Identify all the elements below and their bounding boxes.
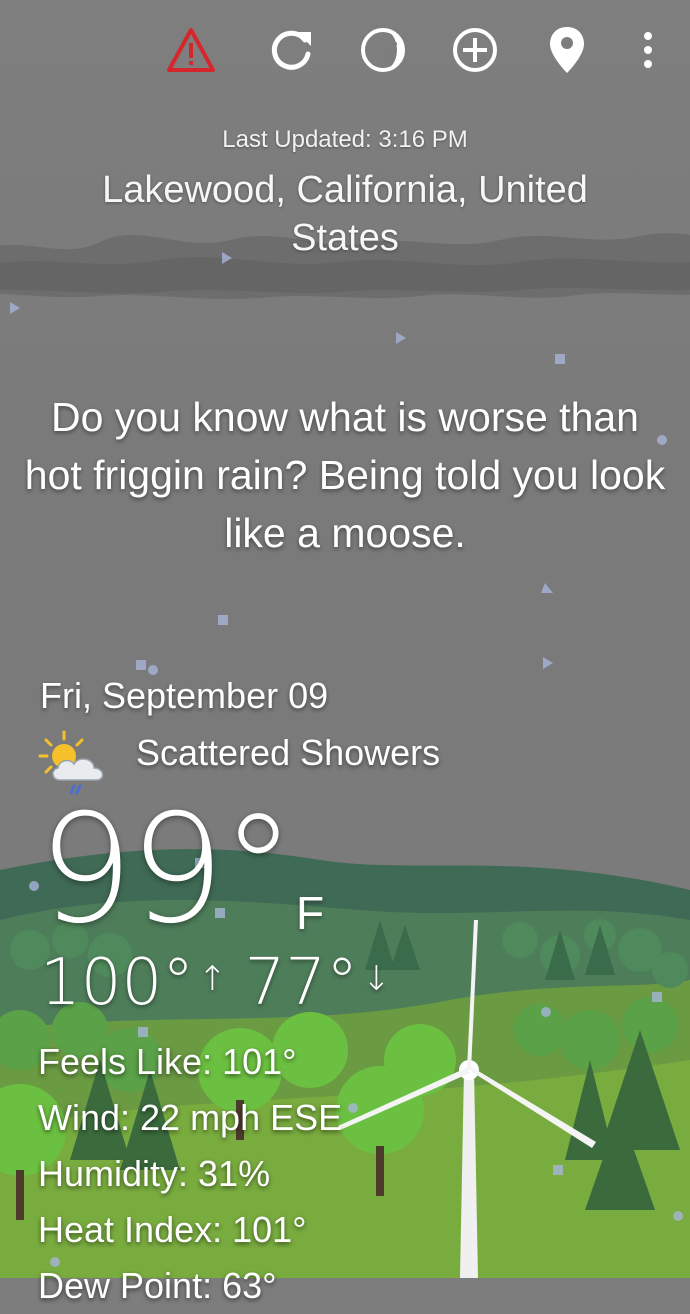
location-title[interactable]: Lakewood, California, United States	[70, 166, 620, 262]
weather-quote: Do you know what is worse than hot frigg…	[24, 394, 666, 556]
arrow-down-icon: ↓	[362, 959, 391, 999]
feels-like: Feels Like: 101°	[38, 1041, 297, 1082]
map-pin-icon[interactable]	[539, 22, 595, 78]
overflow-menu-icon[interactable]	[620, 22, 676, 78]
last-updated-label: Last Updated: 3:16 PM	[222, 126, 468, 153]
high-temperature: 100°	[40, 946, 195, 1020]
warning-triangle-icon[interactable]	[163, 22, 219, 78]
dew-point: Dew Point: 63°	[38, 1265, 277, 1306]
arrow-up-icon: ↑	[198, 959, 227, 999]
moon-phase-icon[interactable]	[355, 22, 411, 78]
date-label: Fri, September 09	[40, 675, 329, 716]
plus-circle-icon[interactable]	[447, 22, 503, 78]
heat-index: Heat Index: 101°	[38, 1209, 307, 1250]
toolbar	[0, 0, 690, 100]
high-low-row: 100° ↑ 77° ↓	[40, 946, 409, 1020]
wind: Wind: 22 mph ESE	[38, 1097, 343, 1138]
refresh-icon[interactable]	[263, 22, 319, 78]
current-temperature: 99°	[38, 783, 296, 957]
humidity: Humidity: 31%	[38, 1153, 271, 1194]
condition-label: Scattered Showers	[136, 732, 441, 773]
weather-details: Feels Like: 101° Wind: 22 mph ESE Humidi…	[38, 1034, 342, 1314]
low-temperature: 77°	[244, 946, 359, 1020]
temperature-unit[interactable]: F	[296, 886, 324, 940]
